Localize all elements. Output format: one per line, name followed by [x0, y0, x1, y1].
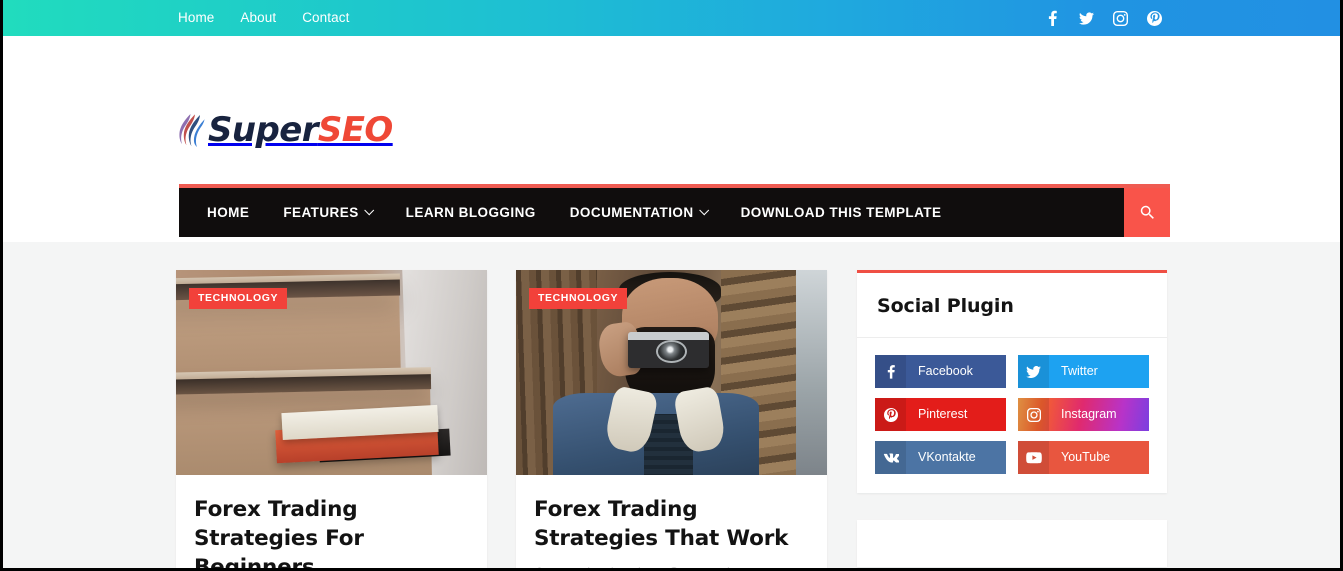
flame-logo-icon — [179, 113, 205, 149]
social-button-youtube[interactable]: YouTube — [1018, 441, 1149, 474]
nav-item-label: DOCUMENTATION — [569, 204, 694, 220]
post-card[interactable]: TECHNOLOGY Forex Trading Strategies For … — [176, 270, 487, 568]
instagram-icon[interactable] — [1113, 10, 1128, 26]
nav-item-learn-blogging[interactable]: LEARN BLOGGING — [389, 188, 553, 237]
social-button-grid: Facebook Twitter Pinterest Instagram VKo… — [857, 338, 1167, 493]
post-date-text: September 01, 2019 — [684, 566, 797, 568]
search-icon — [1139, 204, 1156, 221]
pinterest-icon[interactable] — [1147, 10, 1162, 26]
post-thumbnail[interactable]: TECHNOLOGY — [176, 270, 487, 475]
social-button-pinterest[interactable]: Pinterest — [875, 398, 1006, 431]
social-button-vkontakte[interactable]: VKontakte — [875, 441, 1006, 474]
nav-item-documentation[interactable]: DOCUMENTATION — [553, 188, 724, 237]
post-body: Forex Trading Strategies For Beginners S… — [176, 475, 487, 568]
content-area: TECHNOLOGY Forex Trading Strategies For … — [3, 242, 1340, 568]
post-title[interactable]: Forex Trading Strategies That Work — [534, 495, 809, 553]
search-button[interactable] — [1124, 188, 1170, 237]
top-bar: Home About Contact — [3, 0, 1340, 36]
social-button-twitter[interactable]: Twitter — [1018, 355, 1149, 388]
top-social-links — [1045, 0, 1162, 36]
user-icon — [534, 567, 545, 568]
site-header: SuperSEO — [3, 36, 1340, 184]
nav-item-label: HOME — [207, 204, 250, 220]
sidebar: Social Plugin Facebook Twitter Pinterest… — [857, 270, 1167, 568]
social-button-label: Facebook — [918, 364, 973, 379]
top-nav-item-contact[interactable]: Contact — [302, 11, 349, 25]
post-title[interactable]: Forex Trading Strategies For Beginners — [194, 495, 469, 568]
nav-item-home[interactable]: HOME — [190, 188, 266, 237]
vk-icon — [875, 441, 906, 474]
main-nav-wrapper: HOME FEATURES LEARN BLOGGING DOCUMENTATI… — [3, 184, 1340, 242]
twitter-icon — [1018, 355, 1049, 388]
social-button-label: YouTube — [1061, 450, 1111, 465]
post-category-badge[interactable]: TECHNOLOGY — [189, 288, 288, 309]
post-date: September 01, 2019 — [668, 566, 797, 568]
nav-item-download-this-template[interactable]: DOWNLOAD THIS TEMPLATE — [724, 188, 959, 237]
twitter-icon[interactable] — [1079, 10, 1094, 26]
social-button-instagram[interactable]: Instagram — [1018, 398, 1149, 431]
top-nav-item-home[interactable]: Home — [178, 11, 214, 25]
top-nav: Home About Contact — [178, 11, 349, 25]
content-container: TECHNOLOGY Forex Trading Strategies For … — [176, 242, 1167, 568]
post-author: Sora Blogging Tips — [534, 566, 654, 568]
social-button-label: VKontakte — [918, 450, 976, 465]
chevron-down-icon — [698, 205, 709, 216]
logo-text-primary: Super — [208, 110, 318, 150]
nav-item-label: DOWNLOAD THIS TEMPLATE — [740, 204, 942, 220]
social-button-facebook[interactable]: Facebook — [875, 355, 1006, 388]
post-author-name: Sora Blogging Tips — [549, 566, 654, 568]
logo-text-secondary: SEO — [317, 110, 393, 150]
site-logo-text: SuperSEO — [208, 113, 393, 147]
nav-item-label: FEATURES — [283, 204, 359, 220]
post-list: TECHNOLOGY Forex Trading Strategies For … — [176, 270, 827, 568]
post-thumbnail[interactable]: TECHNOLOGY — [516, 270, 827, 475]
social-button-label: Pinterest — [918, 407, 968, 422]
social-button-label: Twitter — [1061, 364, 1098, 379]
nav-item-features[interactable]: FEATURES — [266, 188, 388, 237]
youtube-icon — [1018, 441, 1049, 474]
top-nav-item-about[interactable]: About — [240, 11, 276, 25]
post-meta: Sora Blogging Tips September 01, 2019 — [534, 566, 809, 568]
facebook-icon[interactable] — [1045, 10, 1060, 26]
instagram-icon — [1018, 398, 1049, 431]
social-plugin-widget: Social Plugin Facebook Twitter Pinterest… — [857, 270, 1167, 493]
post-body: Forex Trading Strategies That Work Sora … — [516, 475, 827, 568]
widget-title: Social Plugin — [857, 273, 1167, 338]
post-card[interactable]: TECHNOLOGY Forex Trading Strategies That… — [516, 270, 827, 568]
post-category-badge[interactable]: TECHNOLOGY — [529, 288, 628, 309]
clock-icon — [668, 567, 680, 568]
main-nav-items: HOME FEATURES LEARN BLOGGING DOCUMENTATI… — [179, 188, 1124, 237]
facebook-icon — [875, 355, 906, 388]
nav-item-label: LEARN BLOGGING — [405, 204, 536, 220]
main-nav: HOME FEATURES LEARN BLOGGING DOCUMENTATI… — [179, 184, 1170, 237]
secondary-widget — [857, 520, 1167, 567]
chevron-down-icon — [363, 205, 374, 216]
pinterest-icon — [875, 398, 906, 431]
social-button-label: Instagram — [1061, 407, 1117, 422]
site-logo[interactable]: SuperSEO — [179, 112, 393, 148]
page-root: Home About Contact SuperSEO HOME FEATURE… — [0, 0, 1343, 571]
